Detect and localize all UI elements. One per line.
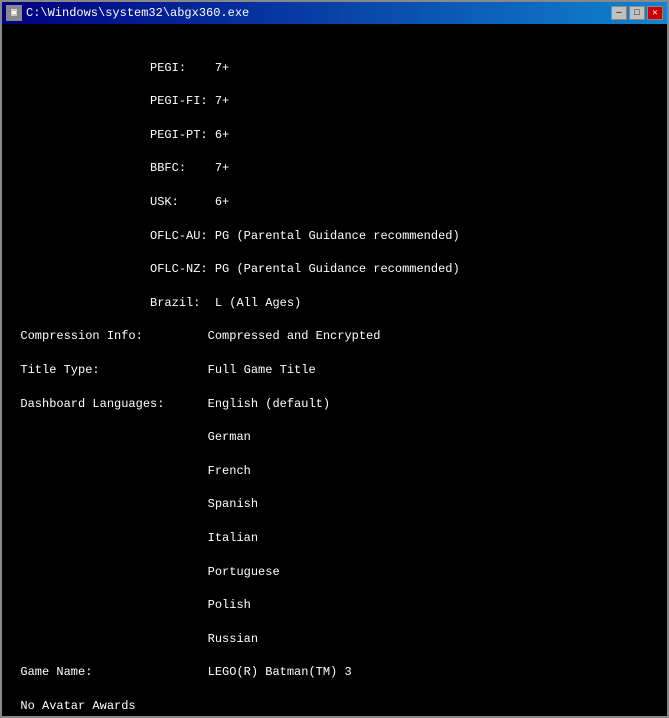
console-line: OFLC-NZ: PG (Parental Guidance recommend… [6, 261, 663, 278]
console-line: Title Type: Full Game Title [6, 362, 663, 379]
console-line: OFLC-AU: PG (Parental Guidance recommend… [6, 228, 663, 245]
title-bar: ▣ C:\Windows\system32\abgx360.exe ─ □ ✕ [2, 2, 667, 24]
console-line: Italian [6, 530, 663, 547]
console-line: PEGI: 7+ [6, 60, 663, 77]
console-line: French [6, 463, 663, 480]
title-bar-left: ▣ C:\Windows\system32\abgx360.exe [6, 5, 249, 21]
window-icon: ▣ [6, 5, 22, 21]
console-line: Polish [6, 597, 663, 614]
main-window: ▣ C:\Windows\system32\abgx360.exe ─ □ ✕ … [0, 0, 669, 718]
console-output: PEGI: 7+ PEGI-FI: 7+ PEGI-PT: 6+ BBFC: 7… [2, 24, 667, 716]
console-line: Brazil: L (All Ages) [6, 295, 663, 312]
console-line: German [6, 429, 663, 446]
console-line: Russian [6, 631, 663, 648]
console-line: Game Name: LEGO(R) Batman(TM) 3 [6, 664, 663, 681]
console-line: Dashboard Languages: English (default) [6, 396, 663, 413]
console-line: Spanish [6, 496, 663, 513]
maximize-button[interactable]: □ [629, 6, 645, 20]
console-line: No Avatar Awards [6, 698, 663, 715]
console-line: PEGI-FI: 7+ [6, 93, 663, 110]
console-line: Compression Info: Compressed and Encrypt… [6, 328, 663, 345]
title-bar-buttons: ─ □ ✕ [611, 6, 663, 20]
close-button[interactable]: ✕ [647, 6, 663, 20]
console-line: Portuguese [6, 564, 663, 581]
window-title: C:\Windows\system32\abgx360.exe [26, 6, 249, 20]
console-line: BBFC: 7+ [6, 160, 663, 177]
console-line: PEGI-PT: 6+ [6, 127, 663, 144]
console-line: USK: 6+ [6, 194, 663, 211]
minimize-button[interactable]: ─ [611, 6, 627, 20]
